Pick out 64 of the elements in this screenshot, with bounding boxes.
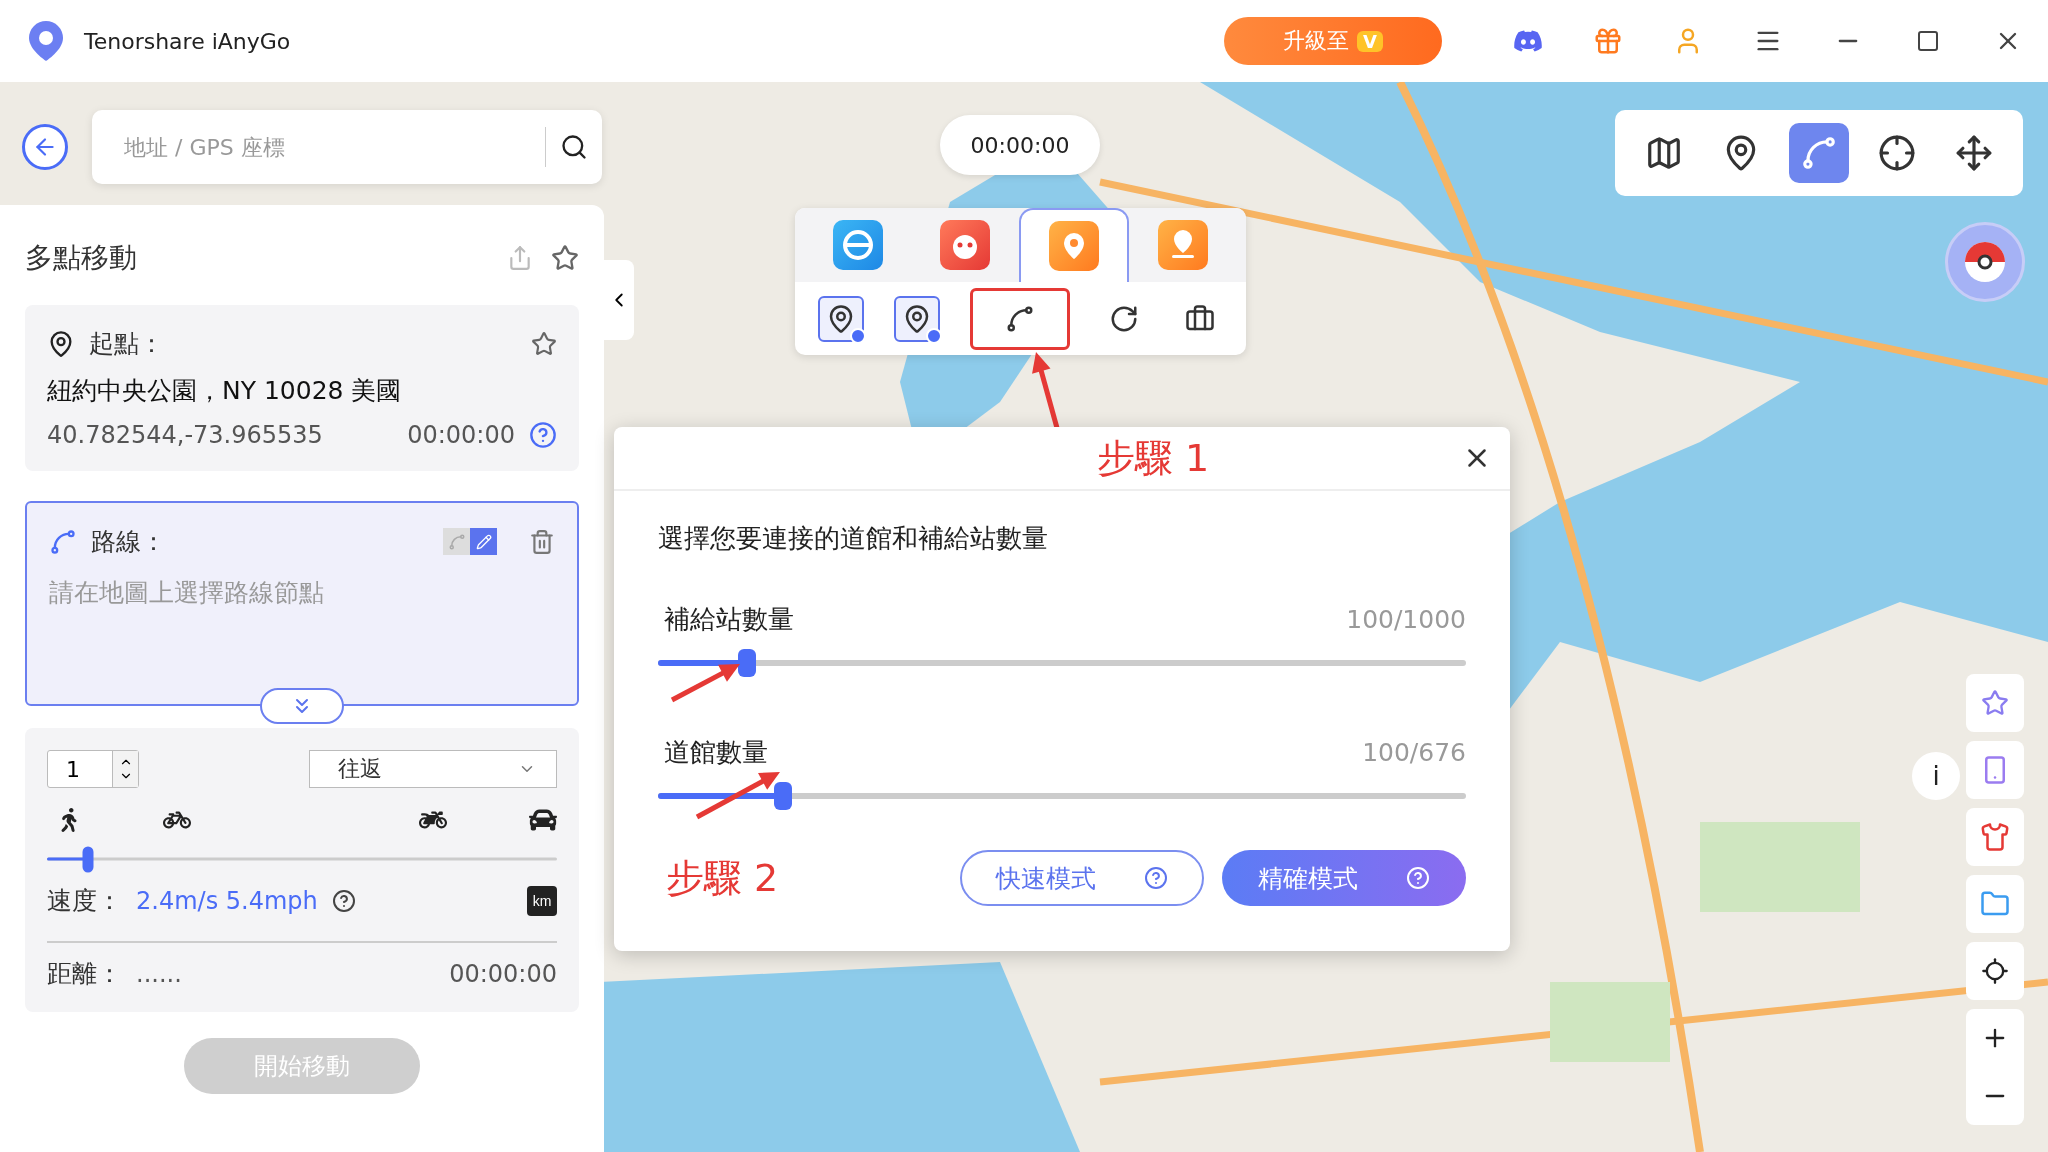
count-slider[interactable] [658,649,1466,677]
search-button[interactable] [545,127,588,167]
curve-icon [447,532,466,551]
repeat-count-field[interactable]: 1 [47,750,139,788]
dialog-prompt: 選擇您要連接的道館和補給站數量 [658,522,1049,555]
folder-icon[interactable] [1966,875,2024,933]
tool-button[interactable] [894,295,941,342]
check-badge [850,327,867,344]
count-slider[interactable] [658,782,1466,810]
step-annotation: 步驟 1 [1097,434,1210,482]
app-logo [26,19,66,63]
distance-label: 距離： [47,958,122,990]
ball-icon [1963,240,2007,284]
speed-label: 速度： [47,885,122,917]
game-tab[interactable] [1018,208,1130,282]
tool-button[interactable] [818,295,865,342]
help-icon [1144,866,1168,890]
delete-icon[interactable] [529,528,555,555]
slider-reading: 100/1000 [1346,605,1466,634]
annotation-arrow [670,664,740,703]
search-icon [560,133,588,161]
unit-toggle[interactable]: km [527,885,557,916]
expand-button[interactable] [260,688,344,724]
multi-route-icon [1800,134,1838,172]
step-annotation: 步驟 2 [666,854,779,902]
phone-icon[interactable] [1966,741,2024,799]
speed-value: 2.4m/s 5.4mph [136,886,318,915]
ball-app-icon [833,220,884,270]
crosshair-icon [1877,134,1916,172]
route-hint: 請在地圖上選擇路線節點 [49,577,325,609]
slider-reading: 100/676 [1362,738,1466,767]
help-icon[interactable] [529,421,557,449]
route-icon [49,527,77,556]
star-icon[interactable] [551,244,579,272]
mode-button[interactable]: 精確模式 [1222,850,1466,906]
start-time: 00:00:00 [407,421,515,449]
pin-app-icon [1157,220,1208,270]
slider-label: 補給站數量 [664,603,794,636]
locate-icon[interactable] [1966,942,2024,1000]
speed-slider[interactable] [47,846,557,872]
shirt-icon[interactable] [1966,808,2024,866]
monster-app-icon [940,220,991,270]
distance-value: ...... [136,959,183,988]
repeat-mode-dropdown[interactable]: 往返 [309,750,557,788]
start-address: 紐約中央公園，NY 10028 美國 [47,375,403,407]
panel-title: 多點移動 [25,240,138,276]
route-label: 路線： [91,526,167,558]
joystick-icon [1955,134,1994,172]
mode-button[interactable]: 快速模式 [960,850,1204,906]
check-badge [926,327,943,344]
app-title: Tenorshare iAnyGo [84,28,292,54]
slider-label: 道館數量 [664,736,768,769]
line-mode-button[interactable] [470,528,497,555]
start-coordinates: 40.782544,-73.965535 [47,421,324,449]
duration: 00:00:00 [449,959,557,988]
start-label: 起點： [89,328,165,360]
pencil-icon [475,533,492,550]
help-icon [1406,866,1430,890]
search-bar[interactable]: 地址 / GPS 座標 [92,110,602,184]
pin-app-icon [1048,221,1099,271]
vip-badge: V [1357,30,1383,52]
help-icon[interactable] [331,888,356,913]
timer: 00:00:00 [940,115,1100,175]
star-icon[interactable] [531,330,557,357]
